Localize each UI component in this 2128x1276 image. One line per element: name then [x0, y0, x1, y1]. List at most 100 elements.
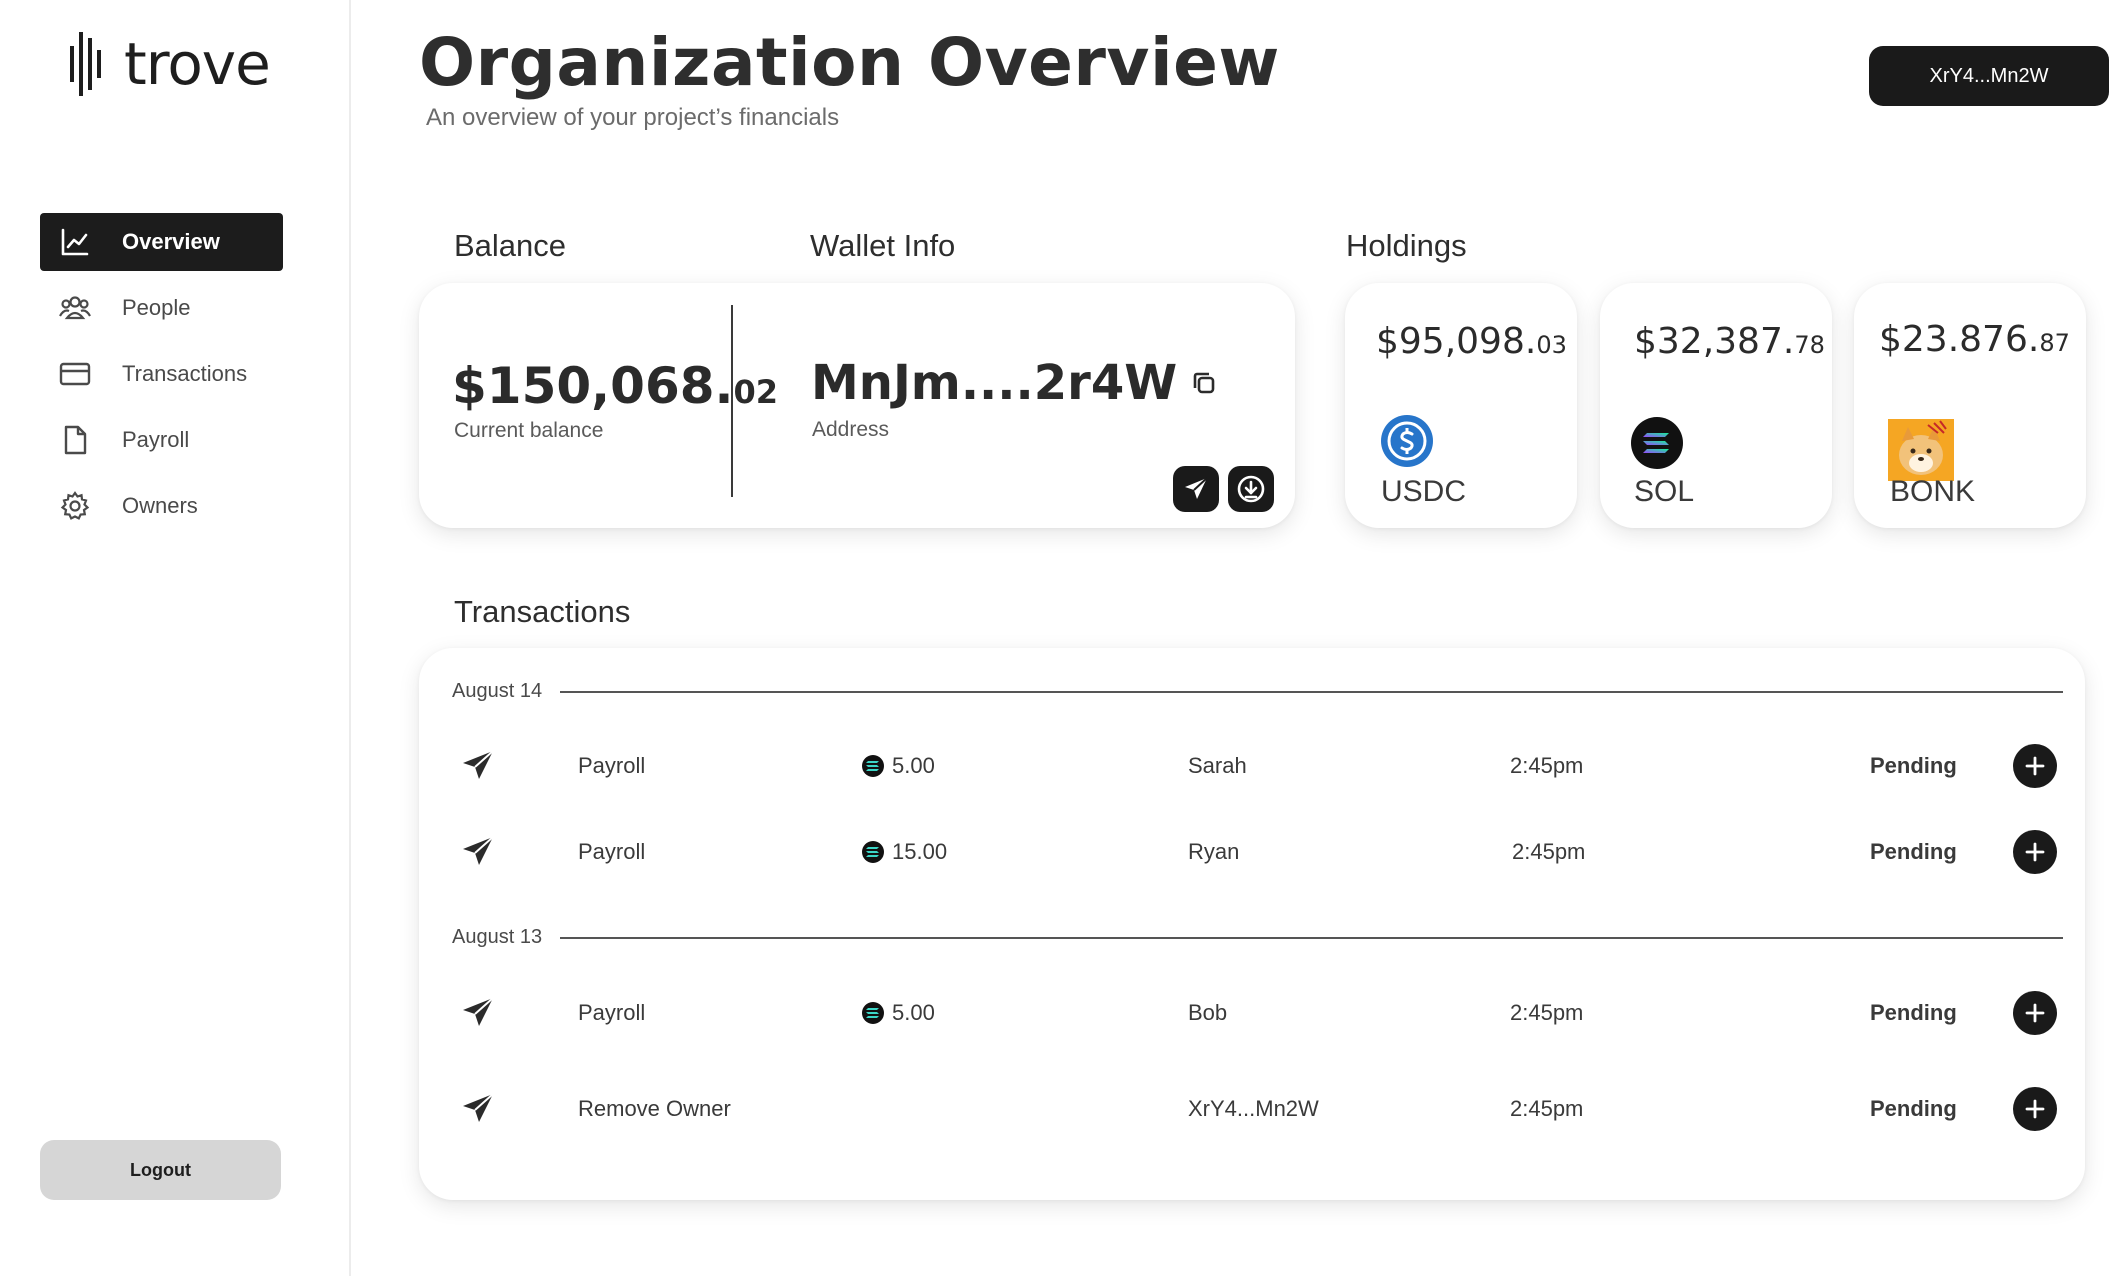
holding-card-bonk[interactable]: $23.876.87 BONK [1854, 283, 2086, 528]
date-divider [560, 690, 2063, 693]
tx-amount: 5.00 [862, 1000, 935, 1026]
table-row[interactable]: Payroll 15.00 Ryan 2:45pm Pending [419, 827, 2085, 877]
plus-icon [2025, 1099, 2045, 1119]
wallet-address-caption: Address [812, 418, 890, 441]
card-icon [58, 357, 92, 391]
tx-recipient: Ryan [1188, 839, 1240, 864]
page-title: Organization Overview [419, 24, 1280, 101]
send-icon [463, 836, 494, 865]
status-badge: Pending [1870, 1000, 1957, 1025]
date-group-header: August 13 [452, 926, 2063, 949]
date-divider [560, 936, 2063, 939]
tx-recipient: XrY4...Mn2W [1188, 1096, 1319, 1121]
sidebar-item-owners[interactable]: Owners [40, 477, 283, 535]
wallet-connect-button[interactable]: XrY4...Mn2W [1869, 46, 2109, 106]
holdings-section-label: Holdings [1346, 228, 1467, 263]
document-icon [58, 423, 92, 457]
holding-card-usdc[interactable]: $95,098.03 USDC [1345, 283, 1577, 528]
page-subtitle: An overview of your project’s financials [426, 104, 840, 131]
bonk-icon [1888, 419, 1954, 481]
usdc-icon [1381, 415, 1433, 467]
balance-amount: $150,068.02 [452, 357, 778, 415]
plus-icon [2025, 1003, 2045, 1023]
holding-amount-main: $23.876. [1879, 319, 2040, 360]
sol-icon [862, 755, 884, 777]
sidebar-item-transactions[interactable]: Transactions [40, 345, 283, 403]
sidebar-item-label: Payroll [122, 427, 190, 452]
balance-caption: Current balance [454, 419, 604, 442]
send-icon [463, 750, 494, 779]
sidebar-item-payroll[interactable]: Payroll [40, 411, 283, 469]
balance-section-label: Balance [454, 228, 567, 263]
sol-icon [862, 1002, 884, 1024]
tx-type: Payroll [578, 1000, 646, 1025]
tx-amount-value: 15.00 [892, 839, 948, 864]
balance-amount-cents: 02 [733, 373, 779, 411]
sol-icon [862, 841, 884, 863]
balance-wallet-card: $150,068.02 Current balance MnJm....2r4W… [419, 283, 1295, 528]
tx-type: Payroll [578, 753, 646, 778]
date-group-header: August 14 [452, 680, 2063, 703]
logout-button[interactable]: Logout [40, 1140, 281, 1200]
sidebar-item-label: Overview [122, 229, 220, 254]
holding-card-sol[interactable]: $32,387.78 SOL [1600, 283, 1832, 528]
people-icon [58, 291, 92, 325]
date-label: August 14 [452, 680, 543, 702]
tx-amount-value: 5.00 [892, 1000, 935, 1025]
sidebar-item-people[interactable]: People [40, 279, 283, 337]
date-label: August 13 [452, 926, 543, 948]
table-row[interactable]: Payroll 5.00 Sarah 2:45pm Pending [419, 741, 2085, 791]
expand-button[interactable] [2013, 991, 2057, 1035]
wallet-address-text: MnJm....2r4W [811, 355, 1178, 411]
tx-time: 2:45pm [1510, 1096, 1584, 1121]
send-button[interactable] [1173, 466, 1219, 512]
send-icon [463, 1093, 494, 1122]
send-icon [463, 997, 494, 1026]
holding-amount-cents: 87 [2039, 329, 2070, 357]
trove-logo-icon [70, 32, 101, 96]
tx-type: Remove Owner [578, 1096, 731, 1121]
send-icon [1185, 477, 1208, 499]
sidebar-item-overview[interactable]: Overview [40, 213, 283, 271]
plus-icon [2025, 842, 2045, 862]
balance-amount-main: $150,068. [452, 357, 734, 415]
expand-button[interactable] [2013, 1087, 2057, 1131]
sol-icon [1631, 417, 1683, 469]
download-icon [1237, 475, 1265, 503]
tx-recipient: Bob [1188, 1000, 1228, 1025]
table-row[interactable]: Payroll 5.00 Bob 2:45pm Pending [419, 988, 2085, 1038]
tx-time: 2:45pm [1512, 839, 1586, 864]
gear-icon [58, 489, 92, 523]
holding-symbol: USDC [1381, 475, 1467, 508]
copy-icon[interactable] [1189, 368, 1219, 398]
holding-amount-cents: 78 [1794, 331, 1825, 359]
status-badge: Pending [1870, 753, 1957, 778]
transactions-card: August 14 Payroll 5.00 Sarah 2:45pm Pend… [419, 648, 2085, 1200]
status-badge: Pending [1870, 1096, 1957, 1121]
receive-button[interactable] [1228, 466, 1274, 512]
holding-amount: $32,387.78 [1634, 321, 1825, 362]
table-row[interactable]: Remove Owner XrY4...Mn2W 2:45pm Pending [419, 1084, 2085, 1134]
sidebar: trove Overview People Transactions Payro… [0, 0, 351, 1276]
logo[interactable]: trove [66, 28, 271, 100]
tx-time: 2:45pm [1510, 753, 1584, 778]
sidebar-item-label: People [122, 295, 191, 320]
expand-button[interactable] [2013, 830, 2057, 874]
holding-symbol: BONK [1890, 475, 1976, 508]
status-badge: Pending [1870, 839, 1957, 864]
tx-time: 2:45pm [1510, 1000, 1584, 1025]
tx-recipient: Sarah [1188, 753, 1247, 778]
holding-amount: $23.876.87 [1879, 319, 2070, 360]
chart-line-icon [58, 225, 92, 259]
logo-text: trove [124, 30, 271, 98]
card-divider [731, 305, 733, 497]
expand-button[interactable] [2013, 744, 2057, 788]
wallet-address: MnJm....2r4W [811, 355, 1219, 411]
holding-amount: $95,098.03 [1376, 321, 1567, 362]
tx-amount: 15.00 [862, 839, 947, 865]
holding-amount-cents: 03 [1536, 331, 1567, 359]
tx-type: Payroll [578, 839, 646, 864]
holding-amount-main: $95,098. [1376, 321, 1537, 362]
holding-symbol: SOL [1634, 475, 1695, 508]
sidebar-item-label: Transactions [122, 361, 248, 386]
